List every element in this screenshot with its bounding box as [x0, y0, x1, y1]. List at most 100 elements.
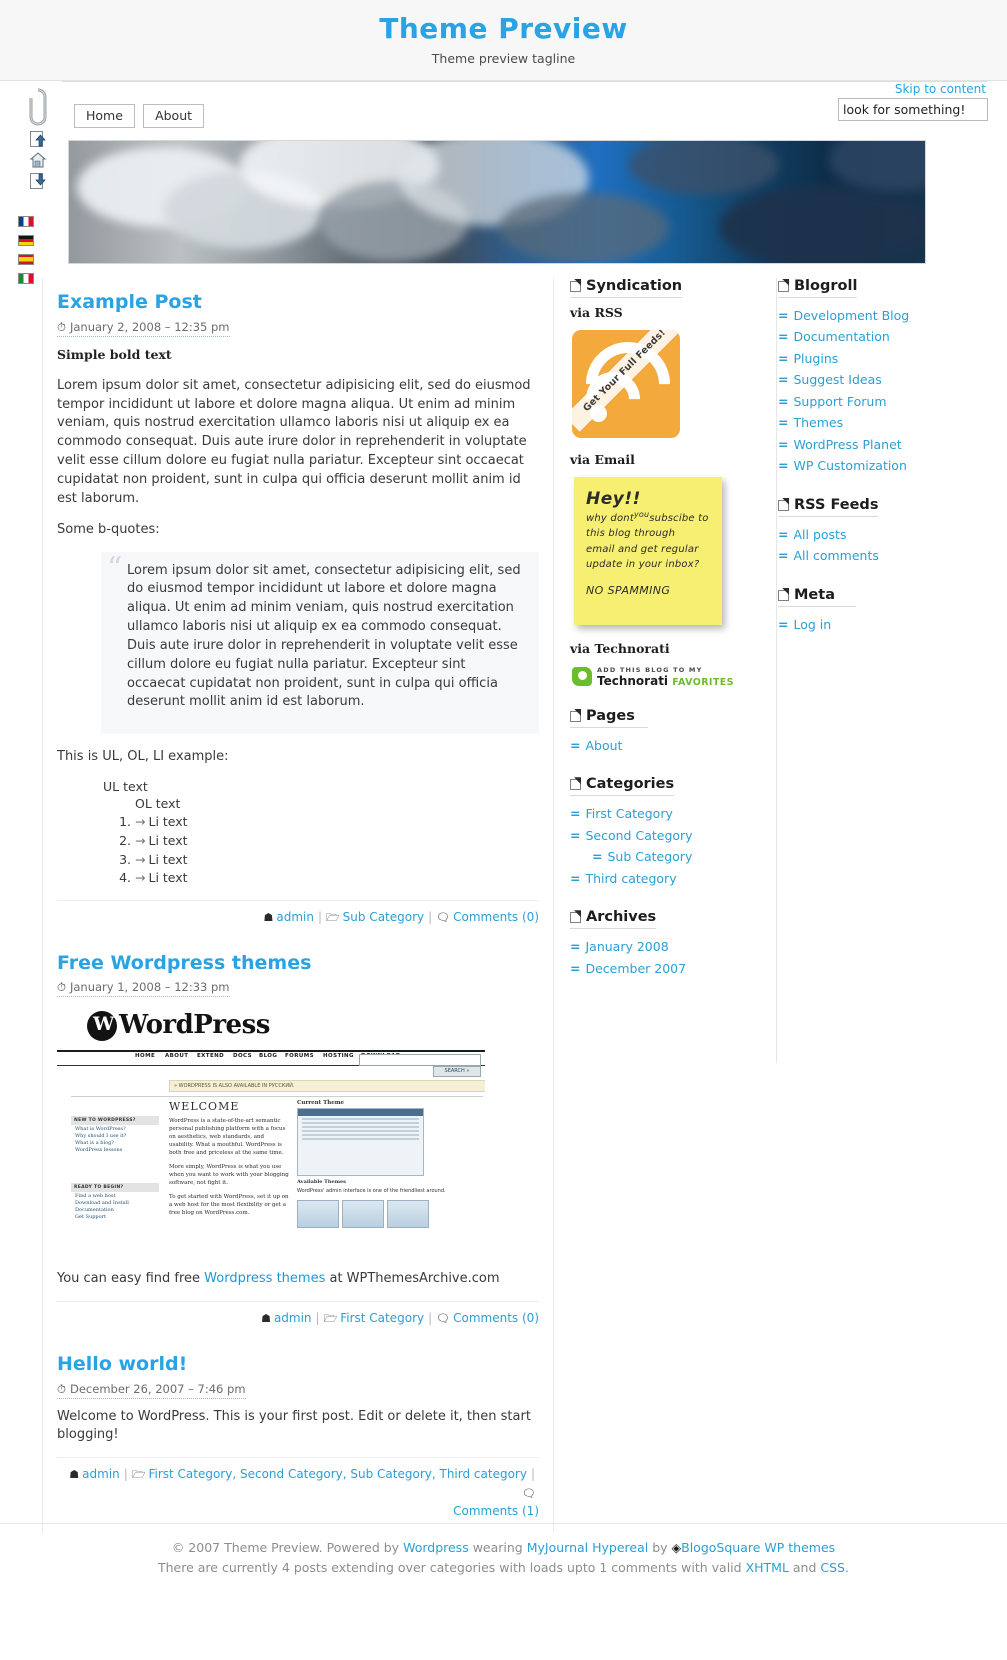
page-up-icon[interactable]	[18, 130, 58, 148]
email-subscribe-sticky-note[interactable]: Hey!! why dontyousubscibe to this blog t…	[574, 476, 722, 625]
list-item: = Suggest Ideas	[778, 369, 978, 391]
technorati-big-text: Technorati FAVORITES	[597, 673, 734, 688]
post-category-link[interactable]: Sub Category	[343, 910, 424, 924]
wp-nav-item: BLOG	[259, 1053, 278, 1060]
flag-germany[interactable]	[18, 234, 58, 246]
blogroll-link[interactable]: Themes	[793, 415, 843, 430]
post-hello-world: Hello world! ⏱ December 26, 2007 – 7:46 p…	[43, 1340, 553, 1533]
bullet-icon: =	[570, 939, 581, 955]
post-comments-link[interactable]: Comments (0)	[453, 1311, 539, 1325]
page-down-icon[interactable]	[18, 172, 58, 190]
wp-search-button: SEARCH »	[433, 1066, 481, 1078]
css-link[interactable]: CSS	[820, 1560, 845, 1575]
wordpress-themes-link[interactable]: Wordpress themes	[204, 1271, 325, 1286]
meta-list: = Log in	[778, 614, 978, 636]
theme-link[interactable]: MyJournal Hypereal	[527, 1540, 649, 1555]
widget-heading: Blogroll	[778, 278, 858, 298]
blogroll-link[interactable]: Documentation	[793, 329, 889, 344]
archive-link[interactable]: January 2008	[585, 939, 668, 954]
search-input[interactable]	[838, 97, 988, 121]
technorati-logo-icon	[572, 667, 592, 687]
widget-archives: Archives = January 2008 = December 2007	[570, 909, 770, 979]
post-title[interactable]: Free Wordpress themes	[57, 952, 539, 975]
list-item: →Li text	[135, 851, 539, 870]
wp-nav-item: HOSTING	[323, 1053, 354, 1060]
wp-brand: WordPress	[119, 1010, 270, 1041]
list-item-sub: = Sub Category	[592, 846, 770, 868]
post-caption: You can easy find free Wordpress themes …	[57, 1271, 500, 1287]
list-item: = First Category	[570, 803, 770, 825]
wp-left-item: Get Support	[75, 1214, 107, 1221]
archive-link[interactable]: December 2007	[585, 961, 686, 976]
wp-paragraph: To get started with WordPress, set it up…	[169, 1194, 289, 1217]
arrow-icon: →	[135, 832, 146, 848]
nav-item-home[interactable]: Home	[74, 103, 135, 128]
post-category-link[interactable]: First Category, Second Category, Sub Cat…	[148, 1467, 527, 1481]
blogroll-link[interactable]: WordPress Planet	[793, 437, 901, 452]
technorati-favorites-badge[interactable]: ADD THIS BLOG TO MY Technorati FAVORITES	[572, 666, 770, 688]
wordpress-link[interactable]: Wordpress	[403, 1540, 469, 1555]
skip-to-content-link[interactable]: Skip to content	[895, 82, 986, 96]
category-link[interactable]: Second Category	[585, 828, 692, 843]
paperclip-icon[interactable]	[18, 87, 58, 127]
bullet-icon: =	[570, 960, 581, 976]
wp-logo-row: WordPress	[57, 1008, 485, 1053]
blogroll-link[interactable]: Support Forum	[793, 394, 886, 409]
bullet-icon: =	[778, 307, 789, 323]
post-comments-link[interactable]: Comments (1)	[453, 1504, 539, 1518]
list-item: →Li text	[135, 869, 539, 888]
sidebar-primary: Syndication via RSS Get Your Full Feeds!…	[566, 277, 777, 1063]
blogroll-link[interactable]: Development Blog	[793, 308, 909, 323]
nav-item-about[interactable]: About	[143, 103, 205, 128]
home-icon[interactable]	[18, 151, 58, 169]
post-comments-link[interactable]: Comments (0)	[453, 910, 539, 924]
blogroll-link[interactable]: Plugins	[793, 351, 838, 366]
wp-right-sub: Available Themes	[297, 1179, 347, 1186]
wp-body-text: WordPress is a state-of-the-art semantic…	[169, 1118, 289, 1218]
list-item: = WordPress Planet	[778, 434, 978, 456]
post-author-link[interactable]: admin	[274, 1311, 312, 1325]
wp-left-item: Why should I use it?	[75, 1133, 127, 1140]
post-date: ⏱ January 1, 2008 – 12:33 pm	[57, 980, 230, 998]
post-blockquote: “ Lorem ipsum dolor sit amet, consectetu…	[101, 551, 539, 735]
page-link-about[interactable]: About	[585, 738, 622, 753]
rss-feed-icon[interactable]: Get Your Full Feeds!	[572, 329, 680, 438]
sticky-nospam: NO SPAMMING	[586, 583, 671, 597]
flag-spain[interactable]	[18, 253, 58, 265]
wp-paragraph: More simply, WordPress is what you use w…	[169, 1164, 289, 1187]
clock-icon: ⏱	[57, 1381, 66, 1396]
bullet-icon: =	[570, 737, 581, 753]
wp-left-heading: NEW TO WORDPRESS?	[71, 1116, 159, 1126]
login-link[interactable]: Log in	[793, 617, 831, 632]
flag-france[interactable]	[18, 215, 58, 227]
post-paragraph: Lorem ipsum dolor sit amet, consectetur …	[57, 377, 531, 506]
folder-icon: 🗁	[326, 911, 340, 925]
widget-icon	[570, 778, 581, 791]
blogosquare-link[interactable]: BlogoSquare WP themes	[681, 1540, 835, 1555]
category-link[interactable]: First Category	[585, 806, 672, 821]
blogroll-link[interactable]: WP Customization	[793, 458, 906, 473]
post-author-link[interactable]: admin	[82, 1467, 120, 1481]
post-category-link[interactable]: First Category	[340, 1311, 424, 1325]
post-title[interactable]: Example Post	[57, 291, 539, 314]
category-link[interactable]: Sub Category	[607, 849, 692, 864]
xhtml-link[interactable]: XHTML	[746, 1560, 789, 1575]
bullet-icon: =	[778, 329, 789, 345]
rss-feed-link[interactable]: All comments	[793, 548, 878, 563]
site-title[interactable]: Theme Preview	[0, 13, 1007, 45]
category-link[interactable]: Third category	[585, 871, 676, 886]
post-title[interactable]: Hello world!	[57, 1353, 539, 1376]
post-author-link[interactable]: admin	[276, 910, 314, 924]
wp-search-input	[359, 1054, 481, 1067]
bullet-icon: =	[778, 350, 789, 366]
site-tagline: Theme preview tagline	[431, 50, 576, 66]
pin-icon: ◈	[671, 1539, 682, 1555]
list-item: = Support Forum	[778, 391, 978, 413]
widget-icon	[778, 499, 789, 511]
bullet-icon: =	[778, 548, 789, 564]
rss-feed-link[interactable]: All posts	[793, 527, 846, 542]
wordpress-screenshot-image: WordPress HOME ABOUT EXTEND DOCS BLOG FO…	[57, 1008, 485, 1259]
blogroll-link[interactable]: Suggest Ideas	[793, 372, 881, 387]
technorati-small-text: ADD THIS BLOG TO MY	[597, 665, 703, 674]
archives-list: = January 2008 = December 2007	[570, 936, 770, 979]
